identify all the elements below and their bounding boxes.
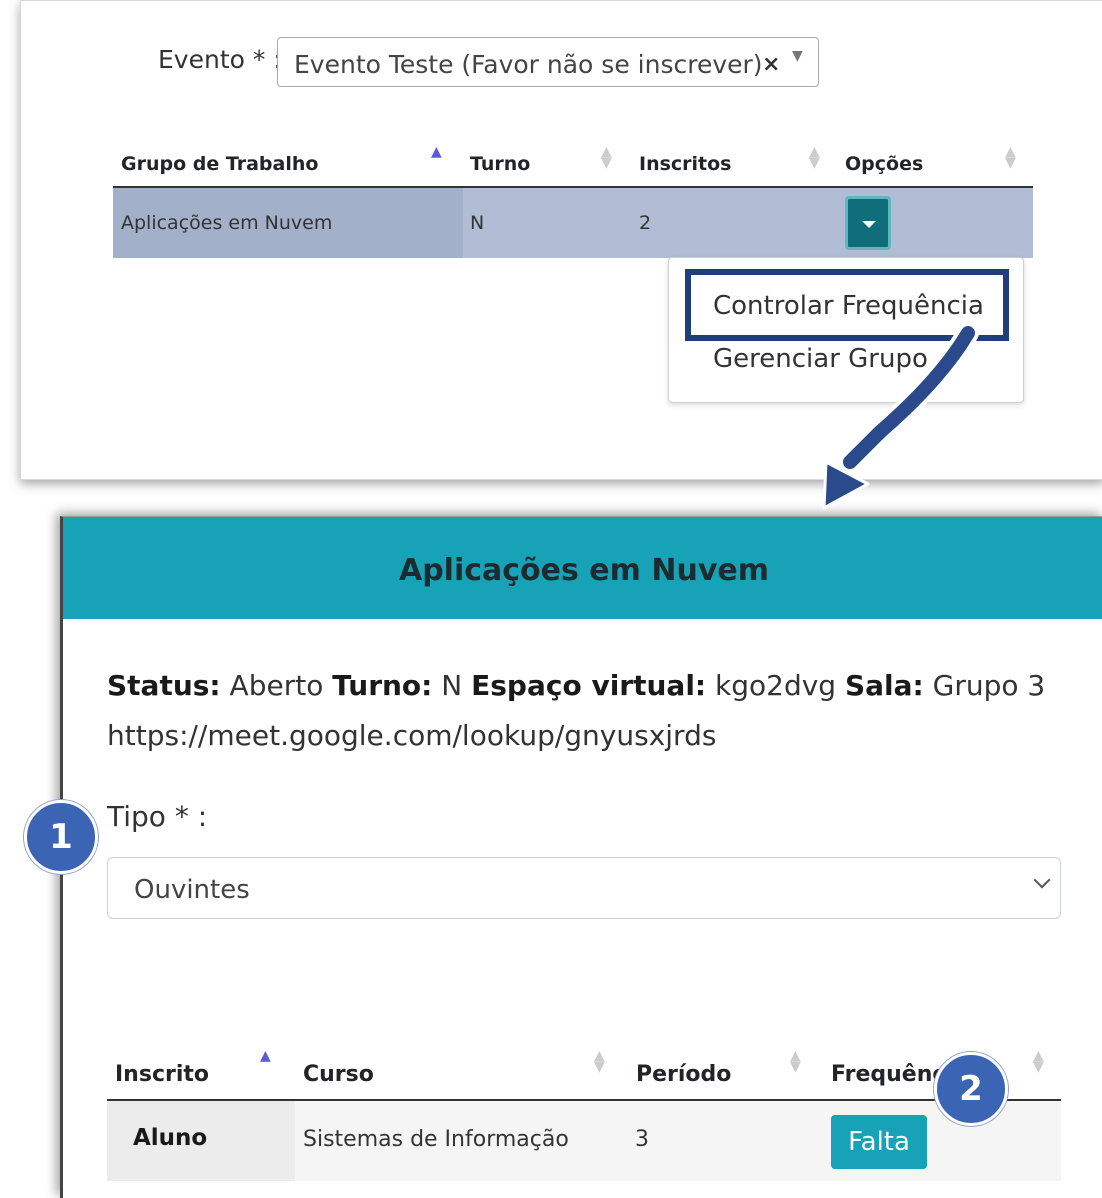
status-label: Status: [107,669,221,702]
tipo-selected-value: Ouvintes [134,875,250,905]
step-badge-2: 2 [934,1052,1008,1126]
cell-inscritos: 2 [639,212,652,234]
column-header-frequencia[interactable]: Frequênc [831,1062,945,1087]
sort-icon[interactable]: ▲ ▼ [809,145,820,170]
sala-value: Grupo 3 [932,669,1046,702]
column-header-periodo[interactable]: Período [636,1062,731,1087]
group-info: Status: Aberto Turno: N Espaço virtual: … [107,669,1045,702]
table-row[interactable]: Aplicações em Nuvem N 2 [113,188,1033,258]
turno-value: N [441,669,463,702]
menu-item-gerenciar-grupo[interactable]: Gerenciar Grupo [713,344,928,374]
column-header-opcoes[interactable]: Opções [845,153,923,175]
status-value: Aberto [229,669,324,702]
column-header-inscritos[interactable]: Inscritos [639,153,732,175]
tipo-select[interactable]: Ouvintes [107,857,1061,919]
espaco-label: Espaço virtual: [471,669,707,702]
groups-panel: Evento * : Evento Teste (Favor não se in… [20,0,1102,480]
evento-label: Evento * : [158,45,282,74]
column-header-grupo[interactable]: Grupo de Trabalho [121,153,318,175]
evento-select[interactable]: Evento Teste (Favor não se inscrever) × … [277,37,819,87]
sort-icon[interactable]: ▲ ▼ [1033,1049,1044,1074]
sort-icon[interactable]: ▲ [431,145,442,159]
tipo-label: Tipo * : [107,800,208,833]
caret-down-icon [862,221,876,228]
turno-label: Turno: [332,669,433,702]
options-menu: Controlar Frequência Gerenciar Grupo [668,257,1024,403]
step-badge-1: 1 [24,800,98,874]
clear-icon[interactable]: × [762,52,780,77]
menu-item-label: Controlar Frequência [713,291,984,321]
column-header-inscrito[interactable]: Inscrito [115,1062,209,1087]
dropdown-arrow-icon[interactable]: ▼ [792,48,803,64]
modal-title: Aplicações em Nuvem [398,553,769,588]
cell-periodo: 3 [635,1127,649,1152]
modal-header: Aplicações em Nuvem [63,517,1102,619]
cell-curso: Sistemas de Informação [303,1127,569,1152]
options-dropdown-button[interactable] [845,196,891,250]
evento-selected-value: Evento Teste (Favor não se inscrever) [294,50,763,79]
meet-link[interactable]: https://meet.google.com/lookup/gnyusxjrd… [107,719,716,752]
sort-icon[interactable]: ▲ [260,1049,271,1063]
sala-label: Sala: [845,669,924,702]
cell-inscrito: Aluno [133,1125,208,1151]
sort-icon[interactable]: ▲ ▼ [1005,145,1016,170]
column-header-turno[interactable]: Turno [470,153,530,175]
chevron-down-icon [1033,871,1051,889]
sort-icon[interactable]: ▲ ▼ [594,1049,605,1074]
menu-item-controlar-frequencia[interactable]: Controlar Frequência [685,269,1009,341]
falta-button[interactable]: Falta [831,1115,927,1169]
column-header-curso[interactable]: Curso [303,1062,374,1087]
sort-icon[interactable]: ▲ ▼ [790,1049,801,1074]
sort-icon[interactable]: ▲ ▼ [601,145,612,170]
cell-turno: N [470,212,485,234]
espaco-value: kgo2dvg [715,669,837,702]
cell-grupo: Aplicações em Nuvem [121,212,333,234]
